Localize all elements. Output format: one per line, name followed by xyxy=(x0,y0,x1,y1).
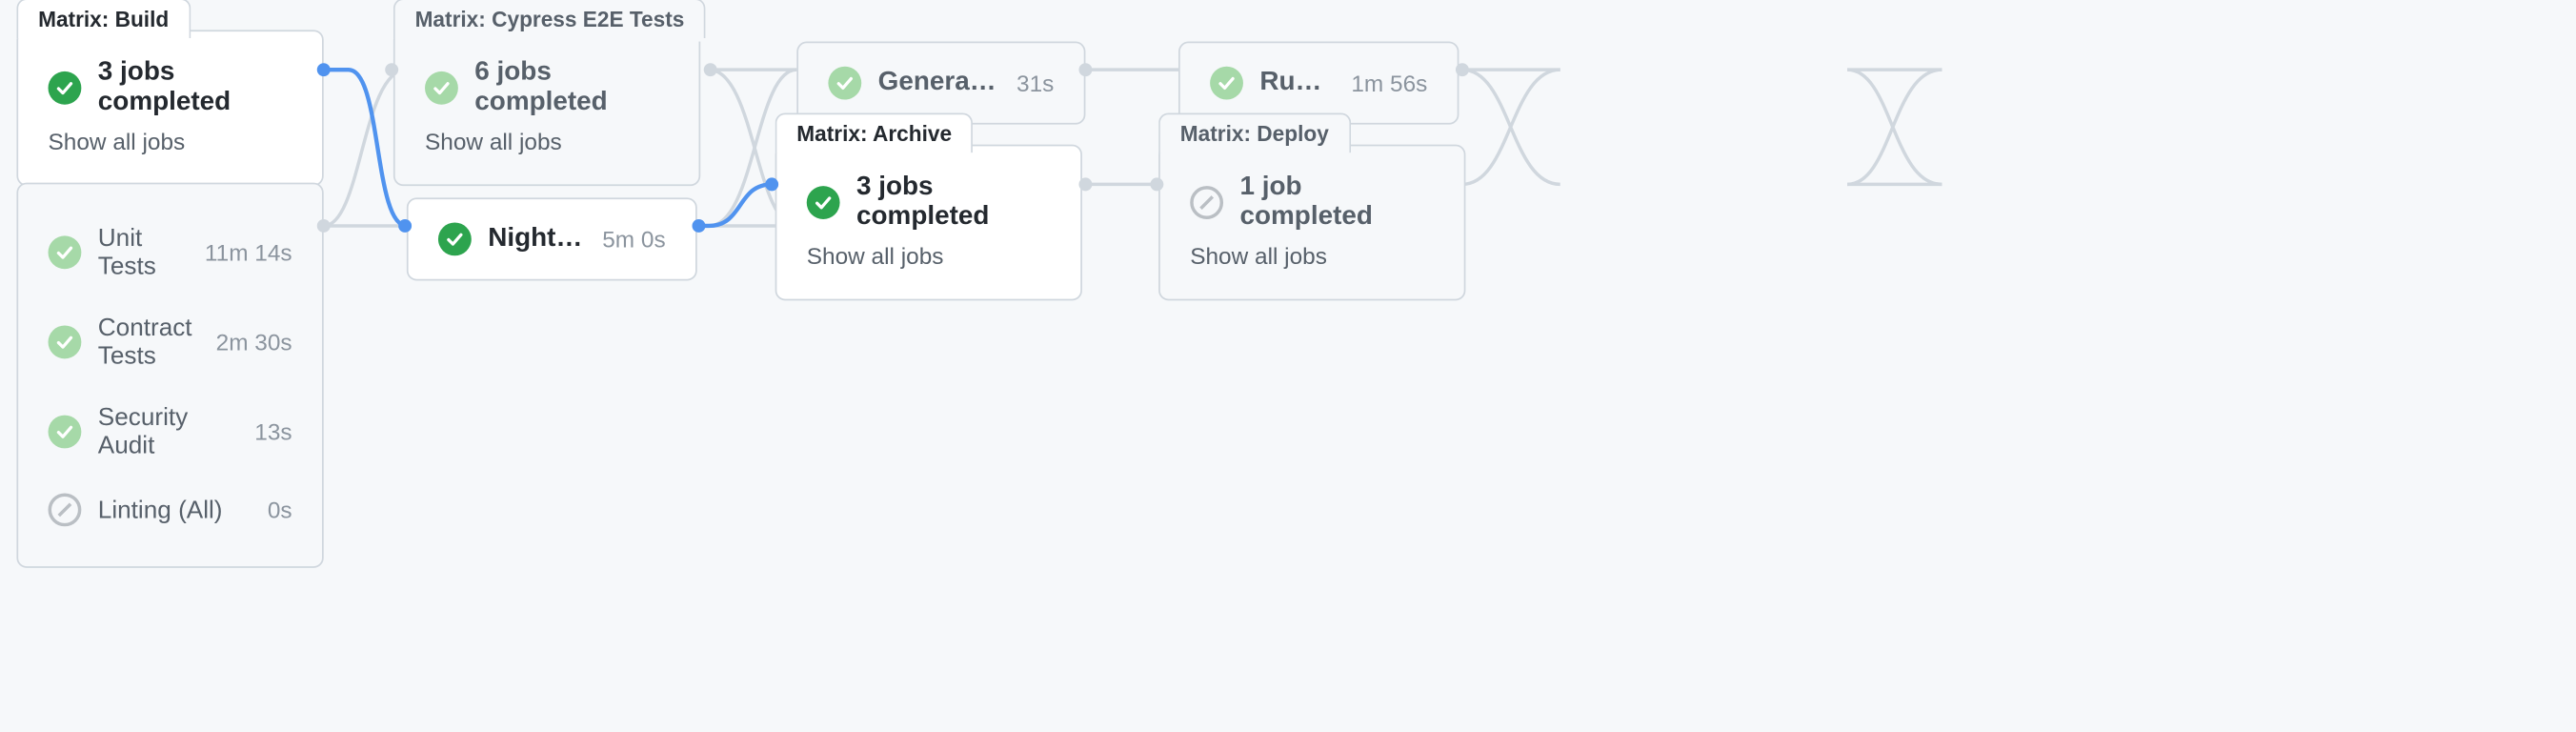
job-duration: 13s xyxy=(254,418,292,445)
job-duration: 1m 56s xyxy=(1351,70,1427,96)
show-all-jobs-link[interactable]: Show all jobs xyxy=(1190,242,1327,269)
job-duration: 2m 30s xyxy=(216,329,292,356)
matrix-archive-tab: Matrix: Archive xyxy=(775,112,974,152)
connector-port xyxy=(1456,63,1469,76)
list-item[interactable]: Unit Tests 11m 14s xyxy=(49,208,292,297)
check-icon xyxy=(1210,67,1243,100)
check-icon xyxy=(828,67,861,100)
connector-port xyxy=(317,219,331,233)
show-all-jobs-link[interactable]: Show all jobs xyxy=(425,128,562,154)
check-icon xyxy=(807,186,840,219)
check-icon xyxy=(438,222,472,255)
check-icon xyxy=(49,325,82,358)
check-icon xyxy=(49,416,82,449)
show-all-jobs-link[interactable]: Show all jobs xyxy=(807,242,944,269)
connector-port xyxy=(1078,177,1092,191)
list-item[interactable]: Contract Tests 2m 30s xyxy=(49,297,292,387)
connector-port xyxy=(1078,63,1092,76)
archive-summary: 3 jobs completed xyxy=(856,173,1051,233)
job-list-card: Unit Tests 11m 14s Contract Tests 2m 30s… xyxy=(16,183,323,568)
matrix-archive-card[interactable]: Matrix: Archive 3 jobs completed Show al… xyxy=(775,145,1082,301)
matrix-build-card[interactable]: Matrix: Build 3 jobs completed Show all … xyxy=(16,30,323,186)
check-icon xyxy=(425,71,458,105)
job-duration: 5m 0s xyxy=(602,226,665,253)
job-name: Contract Tests xyxy=(98,314,199,370)
connector-port xyxy=(693,219,706,233)
matrix-deploy-tab: Matrix: Deploy xyxy=(1158,112,1350,152)
build-summary: 3 jobs completed xyxy=(98,58,292,118)
matrix-build-tab: Matrix: Build xyxy=(16,0,190,38)
nightwatch-job-card[interactable]: Nightwatch E2E Tests 5m 0s xyxy=(407,197,697,280)
job-name: Run Jenkins CI xyxy=(1259,68,1335,97)
check-icon xyxy=(49,71,82,105)
job-name: Linting (All) xyxy=(98,496,252,524)
job-name: Security Audit xyxy=(98,403,238,459)
connector-port xyxy=(385,63,398,76)
matrix-deploy-card[interactable]: Matrix: Deploy 1 job completed Show all … xyxy=(1158,145,1465,301)
show-all-jobs-link[interactable]: Show all jobs xyxy=(49,128,186,154)
connector-port xyxy=(704,63,717,76)
connector-port xyxy=(1150,177,1163,191)
skip-icon xyxy=(1190,186,1223,219)
job-name: Nightwatch E2E Tests xyxy=(488,224,586,254)
list-item[interactable]: Linting (All) 0s xyxy=(49,477,292,543)
list-item[interactable]: Security Audit 13s xyxy=(49,387,292,477)
job-duration: 11m 14s xyxy=(205,239,292,266)
job-name: Unit Tests xyxy=(98,224,189,280)
connector-port xyxy=(317,63,331,76)
cypress-summary: 6 jobs completed xyxy=(474,58,669,118)
job-name: Generate Mochawesome ... xyxy=(878,68,1000,97)
connector-port xyxy=(765,177,778,191)
matrix-cypress-card[interactable]: Matrix: Cypress E2E Tests 6 jobs complet… xyxy=(393,30,700,186)
check-icon xyxy=(49,235,82,269)
job-duration: 31s xyxy=(1016,70,1054,96)
matrix-cypress-tab: Matrix: Cypress E2E Tests xyxy=(393,0,706,38)
job-duration: 0s xyxy=(268,497,292,523)
deploy-summary: 1 job completed xyxy=(1239,173,1434,233)
connector-port xyxy=(398,219,412,233)
skip-icon xyxy=(49,493,82,526)
